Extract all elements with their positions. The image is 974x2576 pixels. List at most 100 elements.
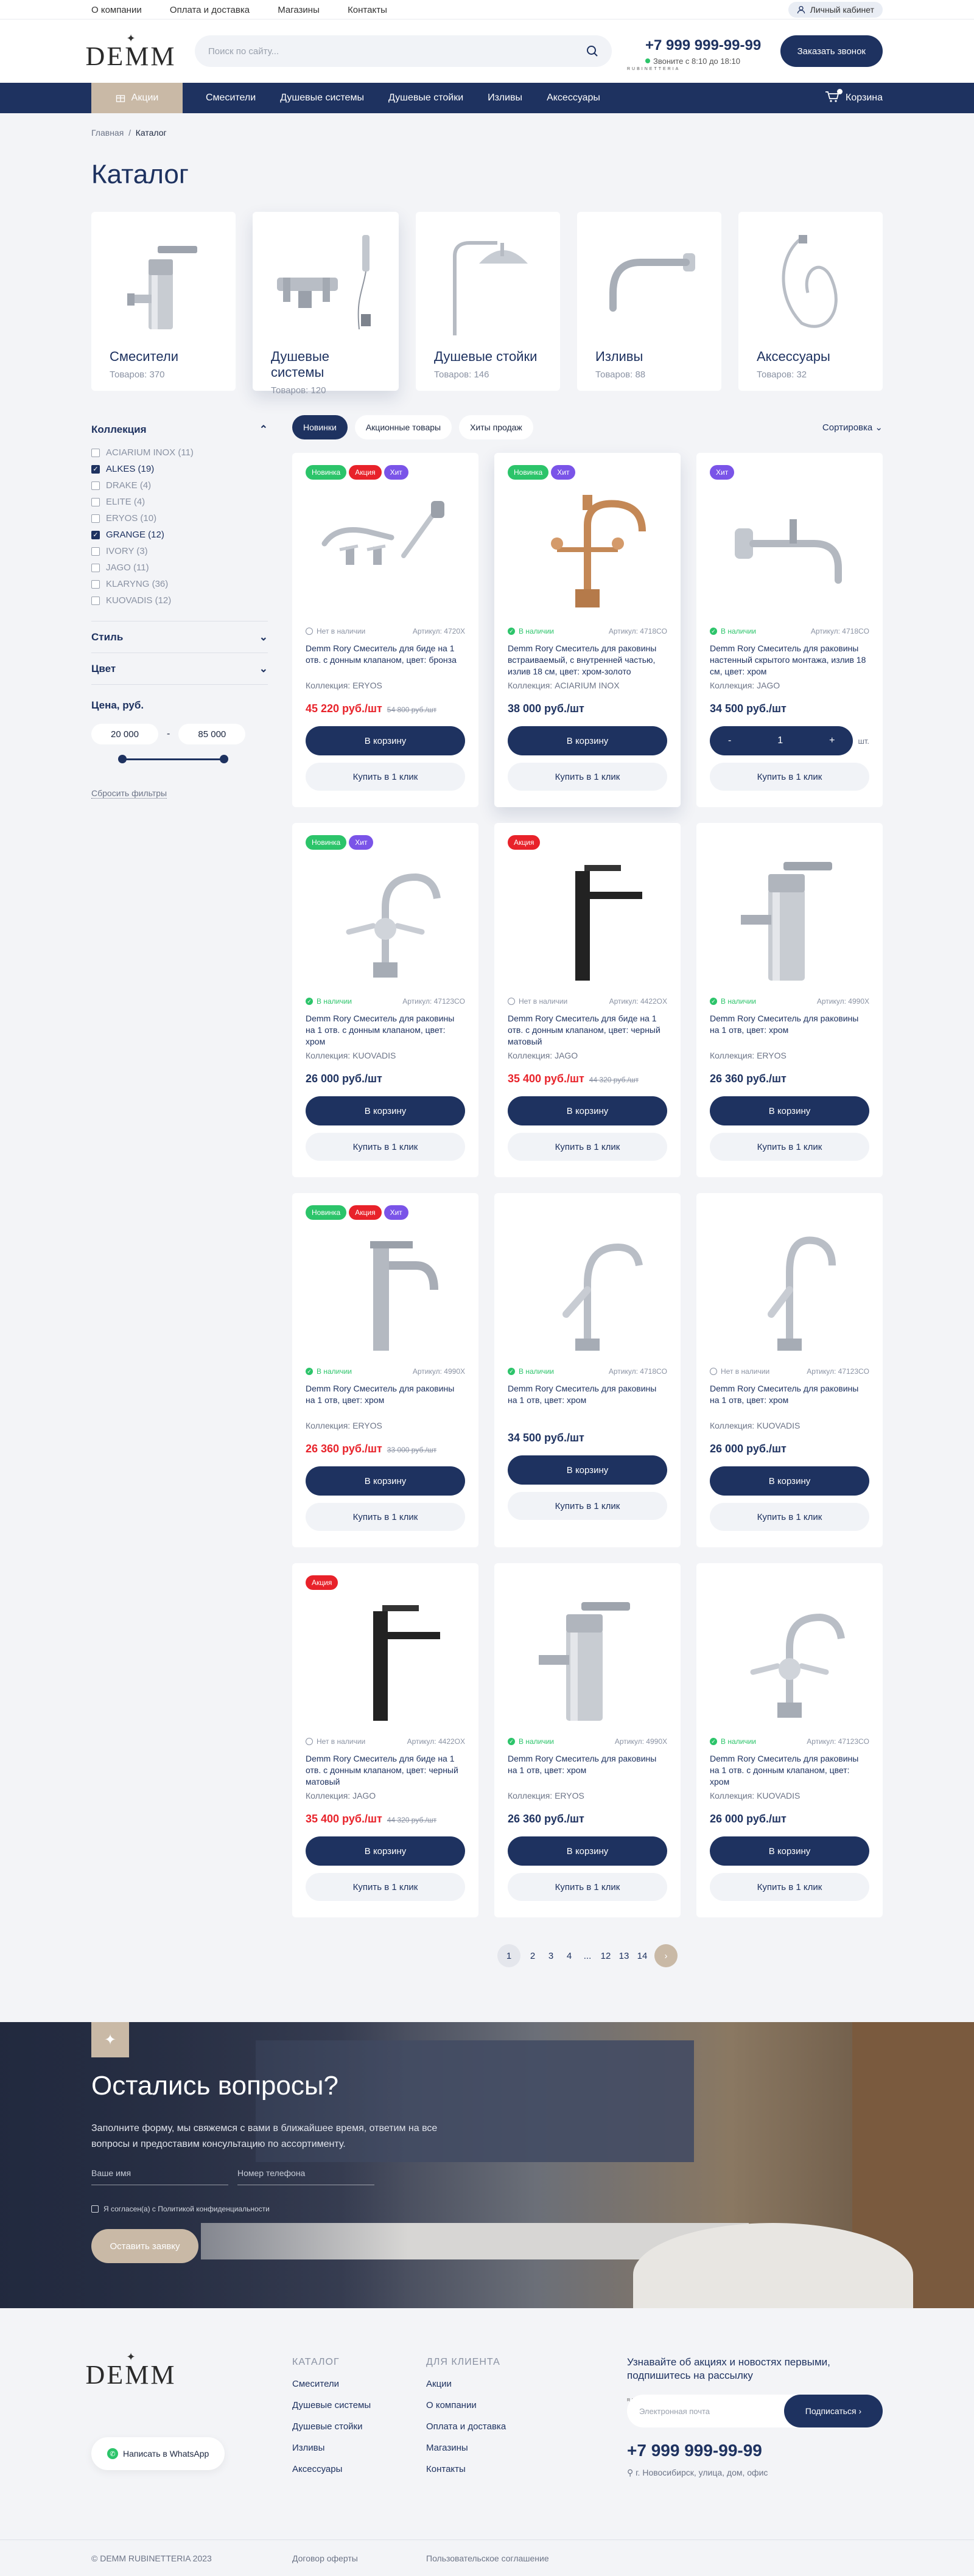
price-from-input[interactable]: 20 000 xyxy=(91,724,158,744)
add-to-cart-button[interactable]: В корзину xyxy=(508,1455,667,1485)
product-card[interactable]: Хит ✓ В наличии Артикул: 4718CO Demm Rory См… xyxy=(696,453,883,807)
product-name[interactable]: Demm Rory Смеситель для раковины на 1 от… xyxy=(508,1753,667,1790)
top-link-about[interactable]: О компании xyxy=(91,5,142,15)
product-image[interactable] xyxy=(710,1220,869,1360)
qty-plus-button[interactable]: + xyxy=(829,735,835,746)
add-to-cart-button[interactable]: В корзину xyxy=(710,1466,869,1496)
subscribe-button[interactable]: Подписаться › xyxy=(784,2395,883,2427)
product-name[interactable]: Demm Rory Смеситель для биде на 1 отв. с… xyxy=(508,1013,667,1049)
checkbox[interactable] xyxy=(91,514,100,523)
product-image[interactable] xyxy=(306,480,465,620)
agreement-link[interactable]: Пользовательское соглашение xyxy=(426,2553,549,2563)
page-button[interactable]: 3 xyxy=(545,1951,557,1961)
offer-link[interactable]: Договор оферты xyxy=(292,2553,426,2563)
product-name[interactable]: Demm Rory Смеситель для раковины на 1 от… xyxy=(306,1013,465,1049)
product-image[interactable] xyxy=(508,1220,667,1360)
buy-one-click-button[interactable]: Купить в 1 клик xyxy=(306,1503,465,1531)
product-image[interactable] xyxy=(508,1590,667,1730)
search-input[interactable]: Поиск по сайту... xyxy=(195,35,612,67)
product-image[interactable] xyxy=(710,1590,869,1730)
top-link-contacts[interactable]: Контакты xyxy=(348,5,387,15)
buy-one-click-button[interactable]: Купить в 1 клик xyxy=(508,1492,667,1520)
checkbox[interactable] xyxy=(91,596,100,605)
collection-option[interactable]: DRAKE (4) xyxy=(91,477,268,494)
buy-one-click-button[interactable]: Купить в 1 клик xyxy=(710,763,869,791)
page-button[interactable]: 14 xyxy=(636,1951,648,1961)
nav-item-shower-stands[interactable]: Душевые стойки xyxy=(388,93,463,103)
checkbox[interactable]: ✓ xyxy=(91,464,100,474)
collection-filter-header[interactable]: Коллекция ⌃ xyxy=(91,415,268,436)
cart-button[interactable]: Корзина xyxy=(825,88,883,106)
add-to-cart-button[interactable]: В корзину xyxy=(306,1466,465,1496)
whatsapp-button[interactable]: ✆ Написать в WhatsApp xyxy=(91,2437,225,2470)
add-to-cart-button[interactable]: В корзину xyxy=(508,1096,667,1125)
product-name[interactable]: Demm Rory Смеситель для раковины встраив… xyxy=(508,643,667,679)
product-name[interactable]: Demm Rory Смеситель для раковины на 1 от… xyxy=(710,1383,869,1419)
collection-option[interactable]: ELITE (4) xyxy=(91,494,268,510)
product-name[interactable]: Demm Rory Смеситель для биде на 1 отв. с… xyxy=(306,1753,465,1790)
checkbox[interactable] xyxy=(91,448,100,457)
product-image[interactable] xyxy=(306,1220,465,1360)
product-name[interactable]: Demm Rory Смеситель для раковины на 1 от… xyxy=(710,1013,869,1049)
product-name[interactable]: Demm Rory Смеситель для раковины на 1 от… xyxy=(710,1753,869,1790)
price-slider-min-handle[interactable] xyxy=(118,755,127,763)
checkbox[interactable] xyxy=(91,563,100,572)
add-to-cart-button[interactable]: В корзину xyxy=(306,726,465,755)
phone-number[interactable]: +7 999 999-99-99 xyxy=(645,37,761,54)
checkbox[interactable] xyxy=(91,497,100,506)
product-card[interactable]: Новинка Акция Хит ✓ В наличии Артикул: 4990X D… xyxy=(292,1193,478,1547)
footer-logo[interactable]: ✦ DEMM RUBINETTERIA xyxy=(86,2351,679,2403)
nav-item-accessories[interactable]: Аксессуары xyxy=(547,93,600,103)
page-button[interactable]: 12 xyxy=(600,1951,612,1961)
product-image[interactable] xyxy=(710,850,869,990)
page-button[interactable]: 2 xyxy=(527,1951,539,1961)
product-image[interactable] xyxy=(508,480,667,620)
buy-one-click-button[interactable]: Купить в 1 клик xyxy=(306,1133,465,1161)
add-to-cart-button[interactable]: В корзину xyxy=(508,1836,667,1866)
product-card[interactable]: Акция Нет в наличии Артикул: 4422OX Demm Ro… xyxy=(494,823,681,1177)
add-to-cart-button[interactable]: В корзину xyxy=(710,1836,869,1866)
color-filter-header[interactable]: Цвет ⌄ xyxy=(91,653,268,685)
top-link-delivery[interactable]: Оплата и доставка xyxy=(170,5,250,15)
footer-link[interactable]: Акции xyxy=(426,2379,506,2389)
product-card[interactable]: ✓ В наличии Артикул: 4718CO Demm Rory Смеси… xyxy=(494,1193,681,1547)
style-filter-header[interactable]: Стиль ⌄ xyxy=(91,621,268,653)
buy-one-click-button[interactable]: Купить в 1 клик xyxy=(508,763,667,791)
buy-one-click-button[interactable]: Купить в 1 клик xyxy=(508,1133,667,1161)
account-button[interactable]: Личный кабинет xyxy=(788,2,883,18)
nav-item-mixers[interactable]: Смесители xyxy=(206,93,256,103)
product-card[interactable]: Акция Нет в наличии Артикул: 4422OX Demm Ro… xyxy=(292,1563,478,1917)
product-name[interactable]: Demm Rory Смеситель для раковины на 1 от… xyxy=(508,1383,667,1419)
tab-hits[interactable]: Хиты продаж xyxy=(459,415,533,439)
footer-phone[interactable]: +7 999 999-99-99 xyxy=(627,2441,883,2460)
category-card-shower-systems[interactable]: Душевые системы Товаров: 120 xyxy=(253,212,399,396)
search-icon[interactable] xyxy=(586,45,598,57)
submit-request-button[interactable]: Оставить заявку xyxy=(91,2229,198,2263)
category-card-spouts[interactable]: Изливы Товаров: 88 xyxy=(577,212,721,391)
checkbox[interactable] xyxy=(91,547,100,556)
add-to-cart-button[interactable]: В корзину xyxy=(306,1096,465,1125)
buy-one-click-button[interactable]: Купить в 1 клик xyxy=(710,1503,869,1531)
product-card[interactable]: ✓ В наличии Артикул: 4990X Demm Rory Смесит… xyxy=(494,1563,681,1917)
breadcrumb-home[interactable]: Главная xyxy=(91,128,124,138)
tab-sale[interactable]: Акционные товары xyxy=(354,415,452,439)
page-button[interactable]: 1 xyxy=(497,1944,520,1967)
name-field[interactable]: Ваше имя xyxy=(91,2163,228,2185)
add-to-cart-button[interactable]: В корзину xyxy=(508,726,667,755)
privacy-checkbox[interactable]: Я согласен(а) с Политикой конфиденциальн… xyxy=(91,2205,270,2213)
product-card[interactable]: Новинка Хит ✓ В наличии Артикул: 47123CO Demm… xyxy=(292,823,478,1177)
footer-link[interactable]: Душевые системы xyxy=(292,2400,371,2410)
footer-link[interactable]: Смесители xyxy=(292,2379,371,2389)
product-card[interactable]: ✓ В наличии Артикул: 4990X Demm Rory Смесит… xyxy=(696,823,883,1177)
product-card[interactable]: Новинка Акция Хит Нет в наличии Артикул: 472… xyxy=(292,453,478,807)
footer-link[interactable]: Изливы xyxy=(292,2443,371,2453)
sort-dropdown[interactable]: Сортировка ⌄ xyxy=(822,422,883,433)
product-card[interactable]: Нет в наличии Артикул: 47123CO Demm Rory С… xyxy=(696,1193,883,1547)
buy-one-click-button[interactable]: Купить в 1 клик xyxy=(306,763,465,791)
collection-option[interactable]: KUOVADIS (12) xyxy=(91,592,268,609)
phone-field[interactable]: Номер телефона xyxy=(237,2163,374,2185)
footer-link[interactable]: Душевые стойки xyxy=(292,2421,371,2432)
add-to-cart-button[interactable]: В корзину xyxy=(306,1836,465,1866)
reset-filters-link[interactable]: Сбросить фильтры xyxy=(91,788,167,799)
page-button[interactable]: 13 xyxy=(618,1951,630,1961)
